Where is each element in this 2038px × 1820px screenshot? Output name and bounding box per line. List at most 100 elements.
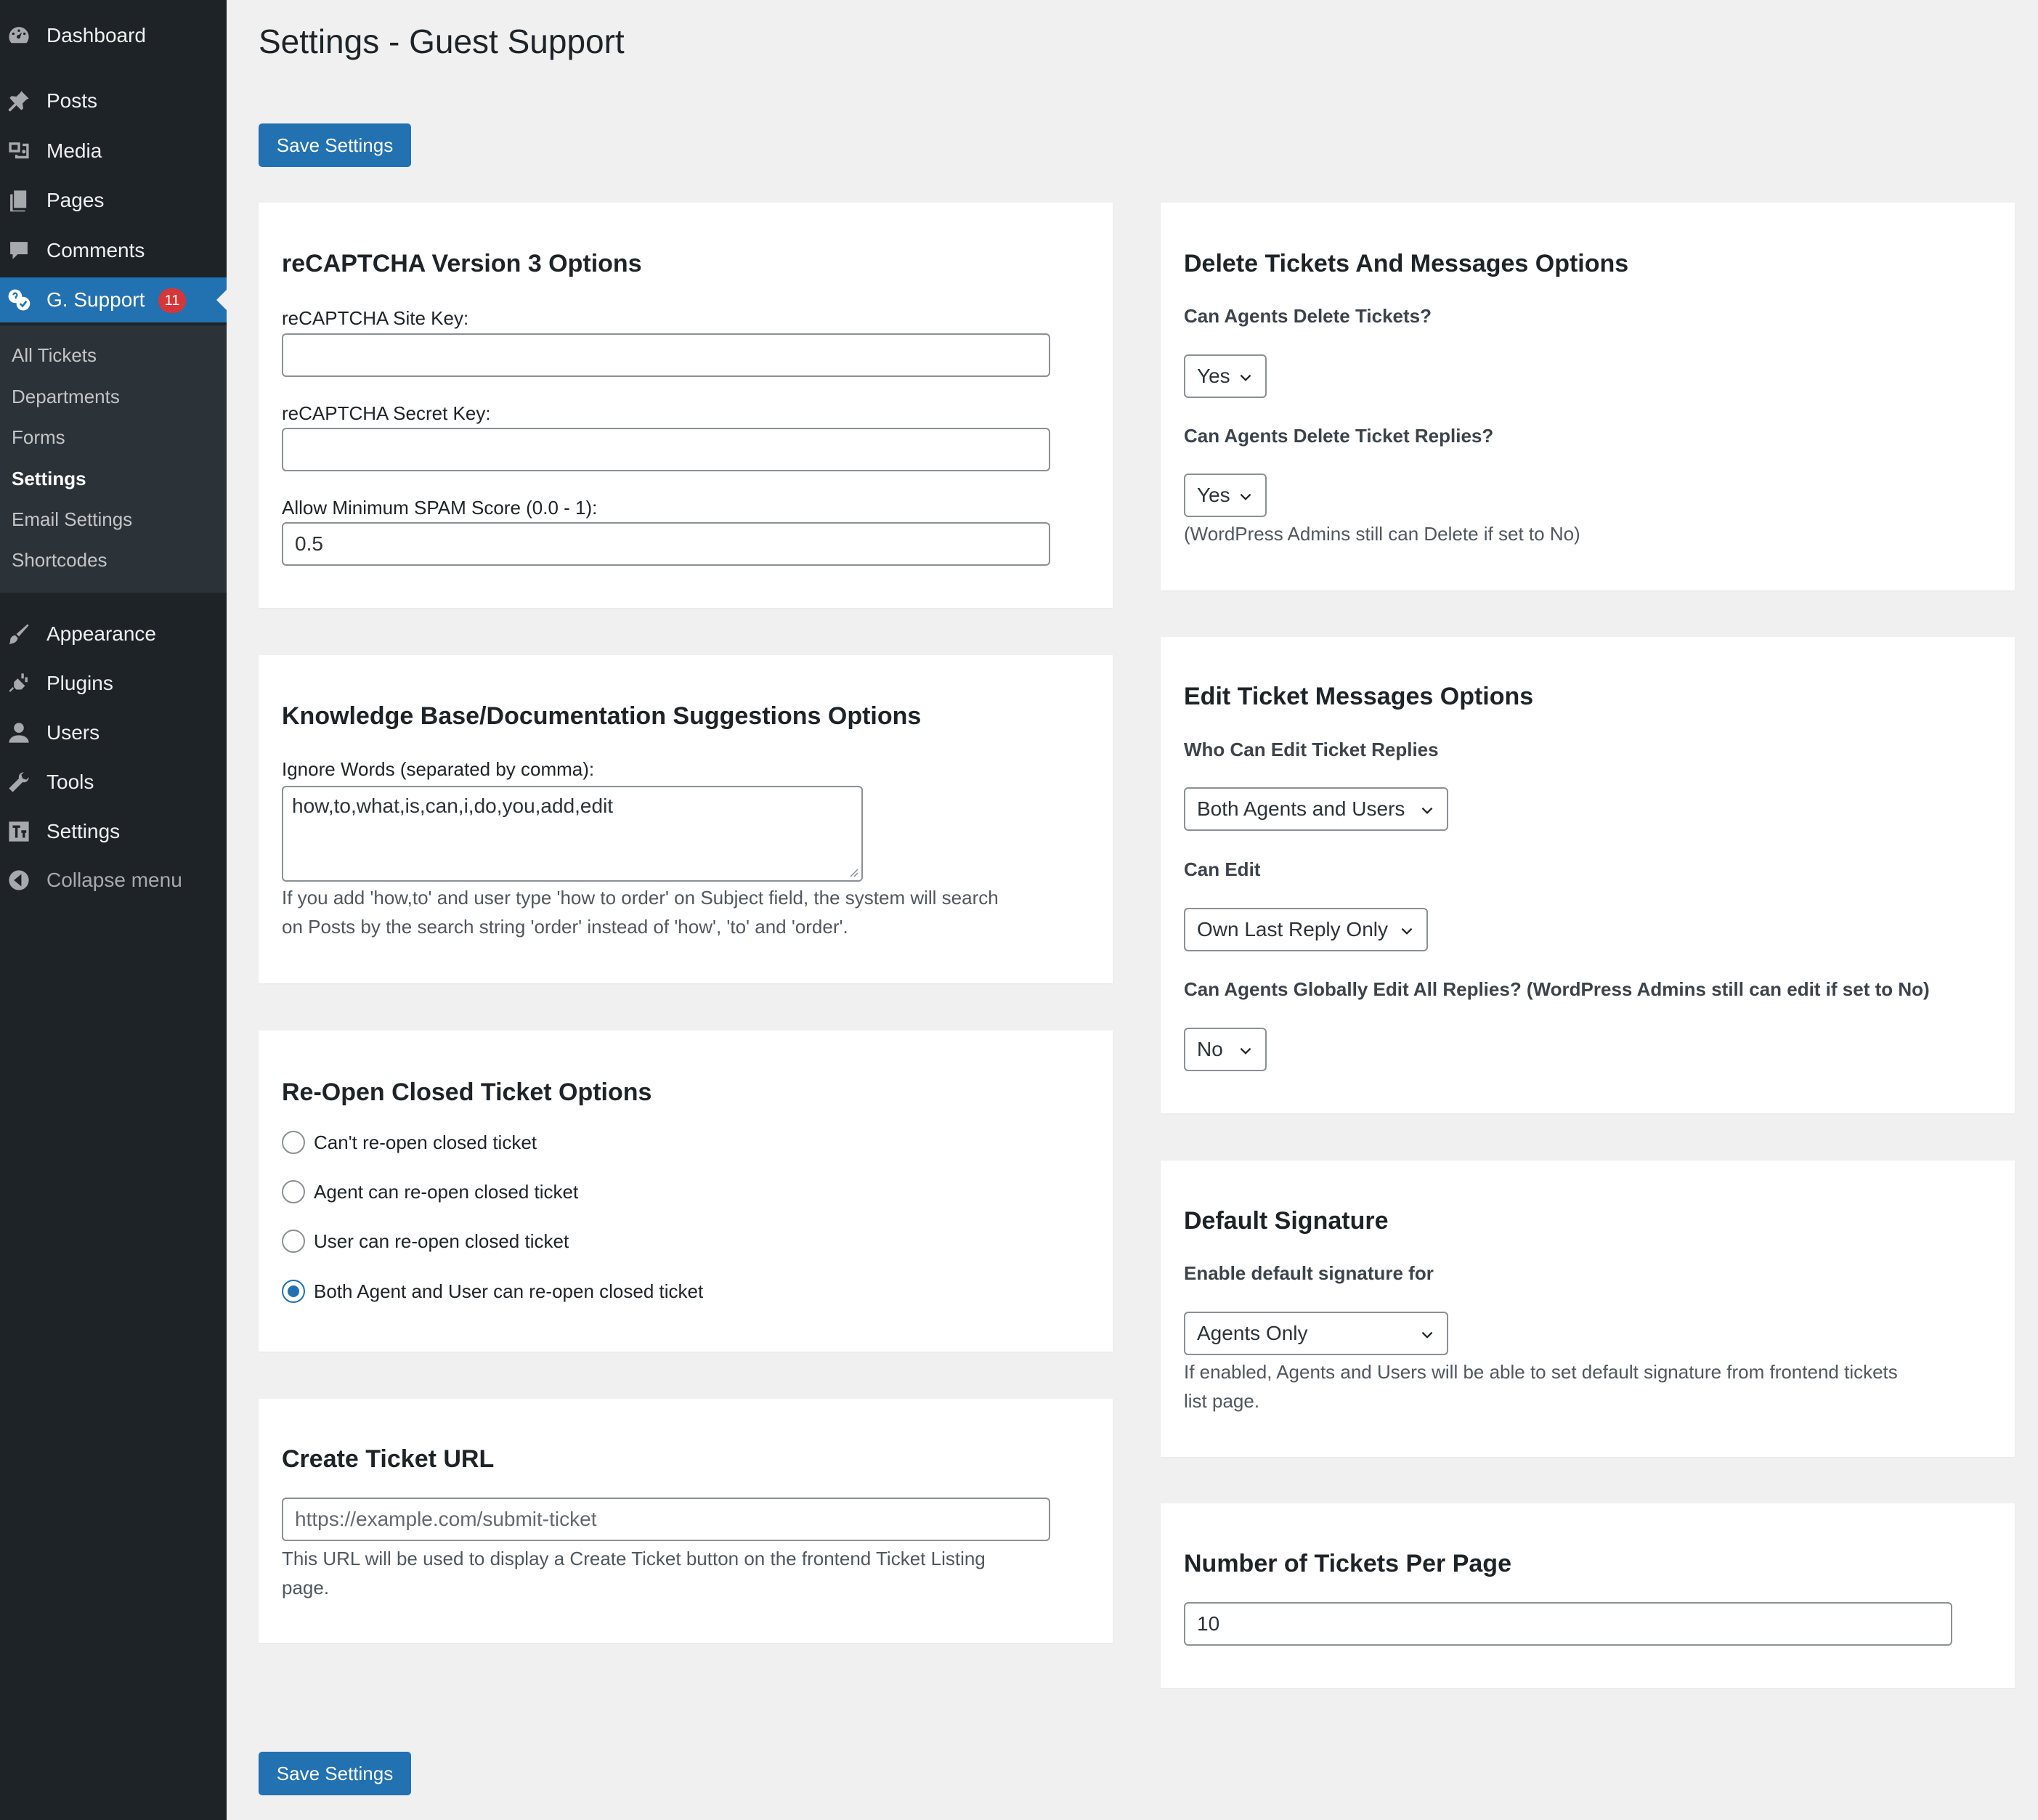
- media-icon: [6, 138, 32, 164]
- radio-button[interactable]: [282, 1131, 305, 1154]
- chevron-down-icon: [1421, 1331, 1433, 1338]
- ignore-words-hint-1: If you add 'how,to' and user type 'how t…: [282, 887, 999, 909]
- collapse-menu-button[interactable]: Collapse menu: [0, 858, 227, 903]
- signature-hint-1: If enabled, Agents and Users will be abl…: [1184, 1361, 1898, 1383]
- submenu-all-tickets[interactable]: All Tickets: [12, 344, 97, 367]
- menu-pages[interactable]: Pages: [0, 178, 227, 223]
- who-can-edit-select[interactable]: Both Agents and Users: [1184, 787, 1448, 831]
- submenu-settings[interactable]: Settings: [12, 468, 86, 490]
- menu-label: Comments: [46, 239, 145, 261]
- ignore-words-hint-2: on Posts by the search string 'order' in…: [282, 916, 848, 938]
- chevron-down-icon: [1240, 1047, 1251, 1055]
- delete-tickets-select[interactable]: Yes: [1184, 354, 1267, 398]
- menu-g-support[interactable]: G. Support 11: [0, 277, 227, 322]
- global-edit-select[interactable]: No: [1184, 1028, 1267, 1071]
- signature-select[interactable]: Agents Only: [1184, 1312, 1448, 1355]
- signature-hint-2: list page.: [1184, 1390, 1260, 1412]
- notification-badge: 11: [158, 288, 186, 313]
- brush-icon: [6, 621, 32, 647]
- menu-label: Dashboard: [46, 24, 146, 46]
- edit-options-panel: Edit Ticket Messages Options Who Can Edi…: [1161, 637, 2015, 1113]
- menu-label: Posts: [46, 89, 98, 112]
- dashboard-icon: [6, 23, 32, 49]
- create-url-hint-2: page.: [282, 1577, 330, 1598]
- create-url-title: Create Ticket URL: [282, 1445, 495, 1473]
- create-url-input[interactable]: https://example.com/submit-ticket: [282, 1498, 1050, 1541]
- wrench-icon: [6, 769, 32, 795]
- pages-icon: [6, 187, 32, 214]
- menu-label: Plugins: [46, 672, 113, 694]
- reopen-option-none[interactable]: Can't re-open closed ticket: [282, 1131, 537, 1154]
- reopen-option-both[interactable]: Both Agent and User can re-open closed t…: [282, 1280, 703, 1303]
- pin-icon: [6, 88, 32, 114]
- radio-button[interactable]: [282, 1230, 305, 1253]
- create-url-hint-1: This URL will be used to display a Creat…: [282, 1548, 986, 1569]
- delete-options-title: Delete Tickets And Messages Options: [1184, 250, 1629, 277]
- select-value: Yes: [1197, 365, 1230, 387]
- radio-label: Can't re-open closed ticket: [314, 1131, 537, 1153]
- min-score-input[interactable]: 0.5: [282, 522, 1050, 566]
- menu-settings[interactable]: Settings: [0, 809, 227, 854]
- radio-button-checked[interactable]: [282, 1280, 305, 1303]
- knowledge-base-panel: Knowledge Base/Documentation Suggestions…: [259, 655, 1113, 983]
- menu-tools[interactable]: Tools: [0, 760, 227, 805]
- radio-button[interactable]: [282, 1180, 305, 1203]
- chevron-down-icon: [1240, 493, 1251, 500]
- menu-label: Tools: [46, 771, 94, 793]
- submenu-departments[interactable]: Departments: [12, 386, 120, 408]
- menu-label: Settings: [46, 820, 121, 842]
- chevron-down-icon: [1240, 374, 1251, 381]
- delete-replies-label: Can Agents Delete Ticket Replies?: [1184, 425, 1494, 447]
- resize-grip-icon[interactable]: [847, 866, 858, 877]
- delete-replies-select[interactable]: Yes: [1184, 474, 1267, 517]
- edit-options-title: Edit Ticket Messages Options: [1184, 683, 1534, 710]
- save-settings-button-top[interactable]: Save Settings: [259, 123, 411, 167]
- reopen-option-agent[interactable]: Agent can re-open closed ticket: [282, 1180, 578, 1203]
- submenu-shortcodes[interactable]: Shortcodes: [12, 549, 107, 572]
- save-settings-button-bottom[interactable]: Save Settings: [259, 1752, 411, 1795]
- create-url-panel: Create Ticket URL https://example.com/su…: [259, 1399, 1113, 1643]
- menu-comments[interactable]: Comments: [0, 228, 227, 273]
- min-score-label: Allow Minimum SPAM Score (0.0 - 1):: [282, 497, 598, 519]
- can-edit-select[interactable]: Own Last Reply Only: [1184, 908, 1428, 951]
- g-support-submenu: All Tickets Departments Forms Settings E…: [0, 325, 227, 593]
- per-page-panel: Number of Tickets Per Page 10: [1161, 1503, 2015, 1688]
- menu-posts[interactable]: Posts: [0, 78, 227, 123]
- submenu-email-settings[interactable]: Email Settings: [12, 508, 132, 531]
- signature-label: Enable default signature for: [1184, 1262, 1434, 1284]
- site-key-input[interactable]: [282, 333, 1050, 377]
- admin-sidebar: Dashboard Posts Media Pages Comments G. …: [0, 0, 227, 1820]
- per-page-input[interactable]: 10: [1184, 1602, 1952, 1646]
- menu-dashboard[interactable]: Dashboard: [0, 13, 227, 58]
- reopen-option-user[interactable]: User can re-open closed ticket: [282, 1230, 569, 1253]
- secret-key-input[interactable]: [282, 428, 1050, 471]
- chevron-down-icon: [1421, 807, 1433, 814]
- menu-label: Collapse menu: [46, 869, 182, 891]
- who-can-edit-label: Who Can Edit Ticket Replies: [1184, 739, 1439, 760]
- knowledge-base-title: Knowledge Base/Documentation Suggestions…: [282, 702, 922, 730]
- recaptcha-title: reCAPTCHA Version 3 Options: [282, 250, 642, 277]
- select-value: Both Agents and Users: [1197, 797, 1405, 820]
- menu-appearance[interactable]: Appearance: [0, 612, 227, 657]
- support-icon: [6, 287, 32, 313]
- menu-media[interactable]: Media: [0, 129, 227, 174]
- menu-users[interactable]: Users: [0, 710, 227, 755]
- ignore-words-value: how,to,what,is,can,i,do,you,add,edit: [292, 795, 614, 817]
- radio-label: Both Agent and User can re-open closed t…: [314, 1280, 704, 1302]
- delete-options-panel: Delete Tickets And Messages Options Can …: [1161, 203, 2015, 590]
- signature-panel: Default Signature Enable default signatu…: [1161, 1161, 2015, 1457]
- radio-label: Agent can re-open closed ticket: [314, 1180, 579, 1203]
- plugin-icon: [6, 670, 32, 696]
- ignore-words-label: Ignore Words (separated by comma):: [282, 758, 595, 780]
- select-value: Yes: [1197, 484, 1230, 506]
- site-key-label: reCAPTCHA Site Key:: [282, 307, 469, 329]
- comment-icon: [6, 237, 32, 264]
- menu-label: Appearance: [46, 622, 157, 645]
- delete-tickets-label: Can Agents Delete Tickets?: [1184, 305, 1432, 327]
- select-value: No: [1197, 1038, 1223, 1060]
- menu-plugins[interactable]: Plugins: [0, 661, 227, 706]
- select-value: Agents Only: [1197, 1322, 1308, 1344]
- submenu-forms[interactable]: Forms: [12, 426, 65, 449]
- ignore-words-textarea[interactable]: how,to,what,is,can,i,do,you,add,edit: [282, 786, 863, 882]
- menu-label: Media: [46, 139, 102, 162]
